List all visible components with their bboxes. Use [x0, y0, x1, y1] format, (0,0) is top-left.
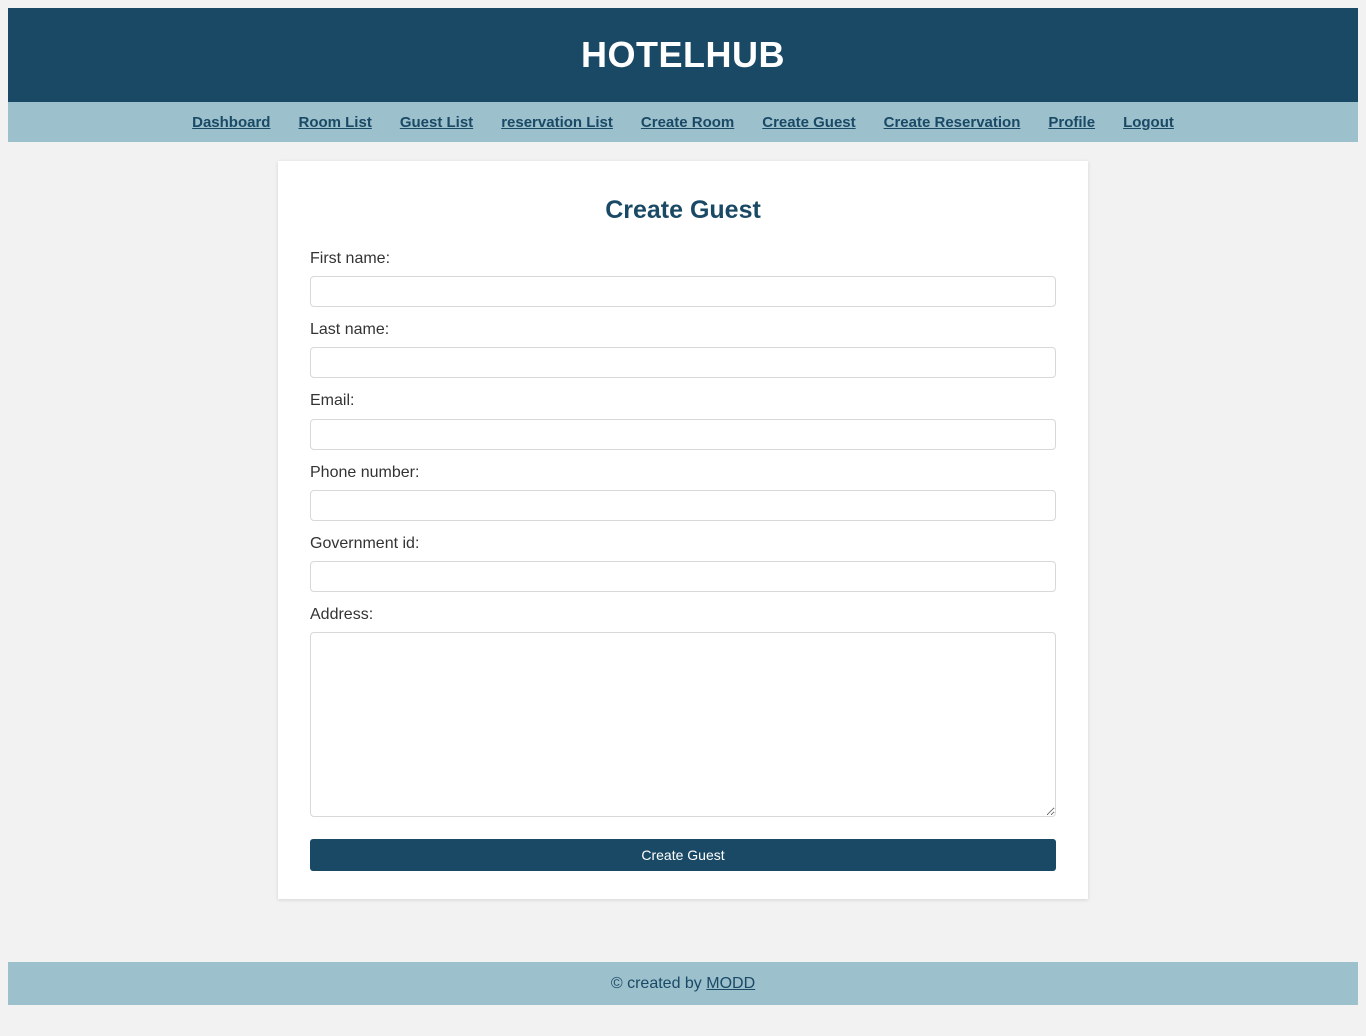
address-label: Address: — [310, 605, 374, 623]
submit-row: Create Guest — [310, 839, 1056, 872]
page-root: HOTELHUB Dashboard Room List Guest List … — [8, 8, 1358, 1005]
field-group-phone-number: Phone number: — [310, 463, 1056, 521]
content-area: Create Guest First name: Last name: Emai… — [8, 142, 1358, 962]
site-header: HOTELHUB — [8, 8, 1358, 102]
field-group-government-id: Government id: — [310, 534, 1056, 592]
last-name-input[interactable] — [310, 347, 1056, 379]
phone-number-label: Phone number: — [310, 463, 420, 481]
nav-link-create-guest[interactable]: Create Guest — [762, 114, 855, 131]
nav-link-dashboard[interactable]: Dashboard — [192, 114, 270, 131]
create-guest-card: Create Guest First name: Last name: Emai… — [278, 161, 1088, 900]
nav-link-profile[interactable]: Profile — [1048, 114, 1095, 131]
nav-link-create-room[interactable]: Create Room — [641, 114, 734, 131]
nav-link-create-reservation[interactable]: Create Reservation — [884, 114, 1021, 131]
address-textarea[interactable] — [310, 632, 1056, 818]
last-name-label: Last name: — [310, 321, 390, 339]
field-group-email: Email: — [310, 391, 1056, 450]
government-id-input[interactable] — [310, 560, 1056, 592]
footer-link-modd[interactable]: MODD — [706, 975, 755, 992]
field-group-address: Address: — [310, 605, 1056, 818]
field-group-first-name: First name: — [310, 249, 1056, 308]
create-guest-button[interactable]: Create Guest — [310, 839, 1056, 872]
page-title: Create Guest — [605, 196, 761, 224]
field-group-last-name: Last name: — [310, 320, 1056, 379]
footer-text-prefix: © created by — [610, 974, 707, 992]
nav-link-reservation-list[interactable]: reservation List — [501, 114, 613, 131]
nav-link-guest-list[interactable]: Guest List — [400, 114, 473, 131]
email-label: Email: — [310, 392, 355, 410]
site-footer: © created by MODD — [8, 962, 1358, 1005]
first-name-input[interactable] — [310, 276, 1056, 308]
government-id-label: Government id: — [310, 534, 420, 552]
first-name-label: First name: — [310, 250, 391, 267]
phone-number-input[interactable] — [310, 489, 1056, 521]
main-nav: Dashboard Room List Guest List reservati… — [8, 102, 1358, 142]
footer-text: © created by MODD — [611, 975, 755, 993]
site-title: HOTELHUB — [581, 34, 785, 75]
email-input[interactable] — [310, 418, 1056, 450]
nav-link-room-list[interactable]: Room List — [298, 114, 371, 131]
nav-link-logout[interactable]: Logout — [1123, 114, 1174, 131]
